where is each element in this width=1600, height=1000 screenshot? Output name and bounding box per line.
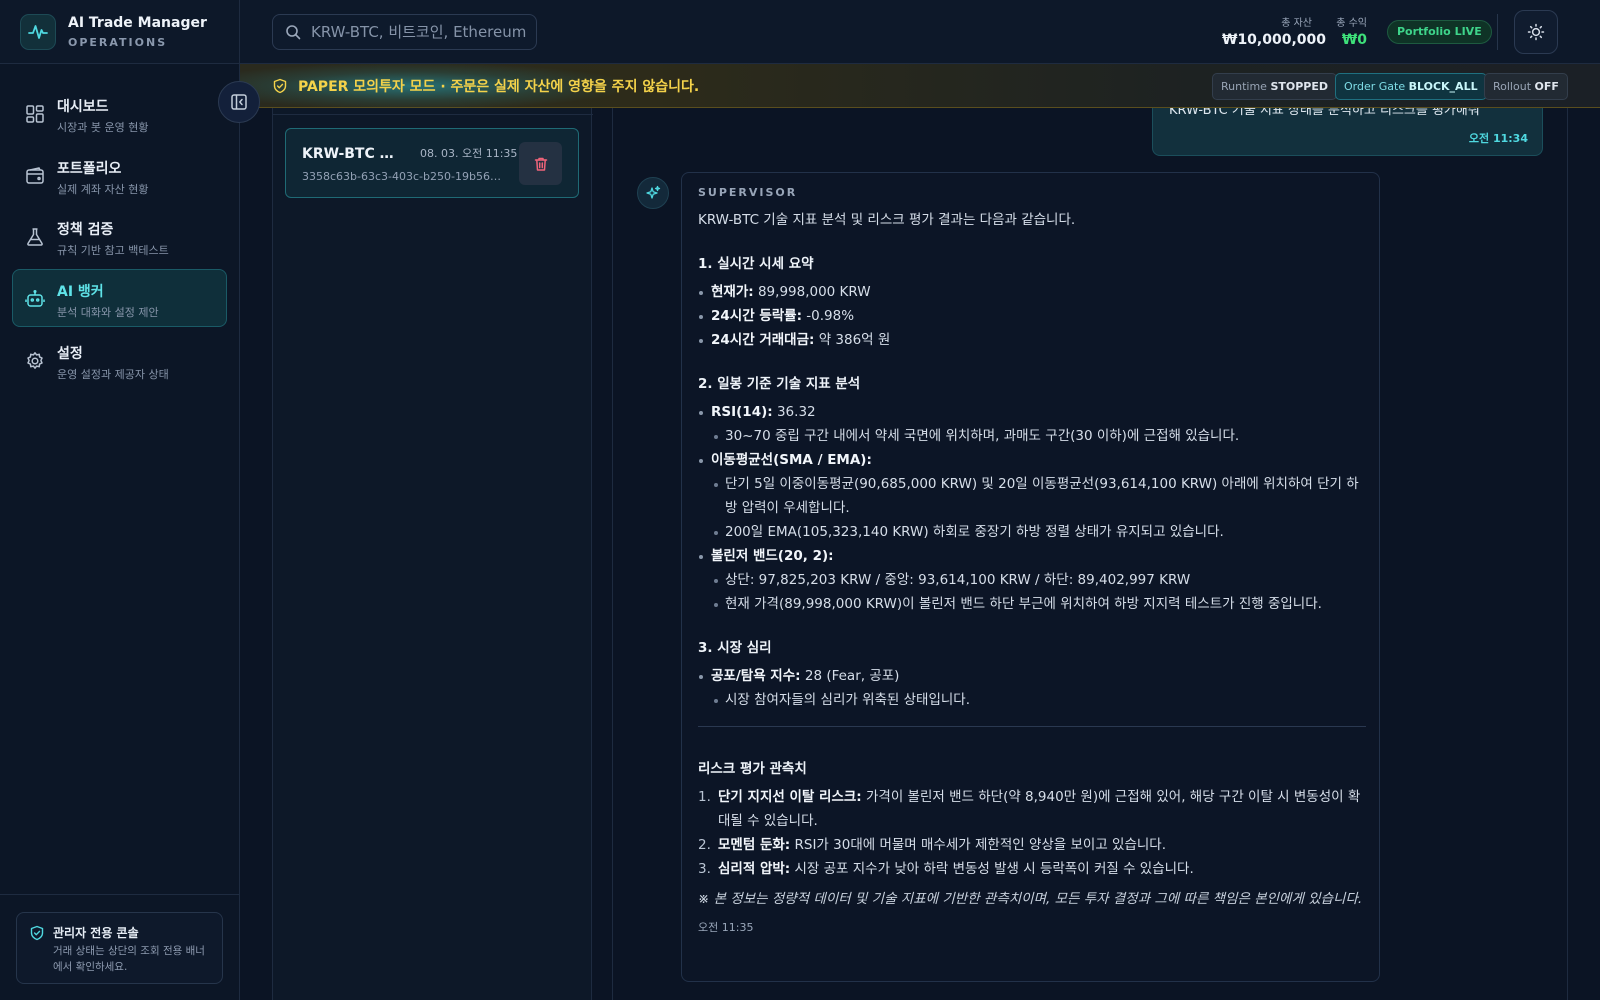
list-item: RSI(14): 36.32 (698, 400, 1366, 424)
total-assets-value: ₩10,000,000 (1222, 32, 1327, 48)
sidebar-item-sub: 규칙 기반 참고 백테스트 (57, 244, 169, 257)
bot-icon (25, 289, 45, 307)
total-profit-label: 총 수익 (1336, 18, 1367, 29)
session-title: KRW-BTC 기술 지표 분석 (302, 146, 402, 162)
sidebar-item-settings[interactable]: 설정 운영 설정과 제공자 상태 (12, 331, 227, 389)
total-assets-label: 총 자산 (1281, 18, 1312, 29)
rollout-value: OFF (1534, 80, 1559, 93)
session-item[interactable]: KRW-BTC 기술 지표 분석 08. 03. 오전 11:35 3358c6… (285, 128, 579, 198)
paper-mode-banner: PAPER 모의투자 모드 · 주문은 실제 자산에 영향을 주지 않습니다. … (240, 64, 1600, 108)
section-title: 2. 일봉 기준 기술 지표 분석 (698, 376, 861, 392)
sidebar-item-label: AI 뱅커 (57, 284, 104, 300)
sidebar-item-policy[interactable]: 정책 검증 규칙 기반 참고 백테스트 (12, 207, 227, 265)
runtime-status-pill: Runtime STOPPED (1212, 73, 1337, 100)
session-time: 08. 03. 오전 11:35 (420, 147, 518, 160)
section-title: 리스크 평가 관측치 (698, 761, 807, 777)
top-bar: AI Trade Manager OPERATIONS 총 자산 ₩10,000… (0, 0, 1600, 64)
session-id: 3358c63b-63c3-403c-b250-19b565e2a1f0 (302, 170, 507, 183)
ordered-list-item: 2. 모멘텀 둔화: RSI가 30대에 머물며 매수세가 제한적인 양상을 보이… (698, 837, 1167, 853)
message-body: KRW-BTC 기술 지표 분석 및 리스크 평가 결과는 다음과 같습니다. … (698, 208, 1366, 935)
total-profit-value: ₩0 (1341, 32, 1367, 48)
ordered-list-item: 1. 단기 지지선 이탈 리스크: 가격이 볼린저 밴드 하단(약 8,940만 … (698, 789, 1361, 829)
message-time: 오전 11:35 (698, 921, 754, 934)
message-role: SUPERVISOR (698, 186, 798, 199)
supervisor-avatar (637, 177, 669, 209)
sidebar-item-dashboard[interactable]: 대시보드 시장과 봇 운영 현황 (12, 84, 227, 142)
sidebar-item-label: 정책 검증 (57, 222, 114, 238)
runtime-label: Runtime (1221, 80, 1267, 93)
user-message-time: 오전 11:34 (1468, 132, 1528, 145)
sidebar-item-label: 설정 (57, 346, 83, 362)
sub-list-item: 30~70 중립 구간 내에서 약세 국면에 위치하며, 과매도 구간(30 이… (698, 424, 1366, 448)
sub-list-item: 200일 EMA(105,323,140 KRW) 하회로 중장기 하방 정렬 … (698, 520, 1366, 544)
search-input[interactable] (311, 23, 531, 41)
list-item: 볼린저 밴드(20, 2): (698, 544, 1366, 568)
sidebar-item-label: 대시보드 (57, 99, 109, 115)
list-item: 24시간 거래대금: 약 386억 원 (698, 328, 1366, 352)
sidebar-item-portfolio[interactable]: 포트폴리오 실제 계좌 자산 현황 (12, 146, 227, 204)
wallet-icon (26, 167, 44, 184)
panel-collapse-icon (231, 94, 247, 110)
brand-title: AI Trade Manager (68, 15, 207, 31)
runtime-value: STOPPED (1270, 80, 1328, 93)
order-gate-label: Order Gate (1344, 80, 1406, 93)
sidebar-item-sub: 운영 설정과 제공자 상태 (57, 368, 169, 381)
sub-list-item: 현재 가격(89,998,000 KRW)이 볼린저 밴드 하단 부근에 위치하… (698, 592, 1366, 616)
ordered-list-item: 3. 심리적 압박: 시장 공포 지수가 낮아 하락 변동성 발생 시 등락폭이 … (698, 861, 1194, 877)
sidebar-item-sub: 시장과 봇 운영 현황 (57, 121, 149, 134)
session-panel-divider (273, 114, 593, 115)
trash-icon (534, 157, 547, 171)
sidebar-divider (0, 894, 240, 895)
sparkle-icon (646, 185, 661, 199)
session-list-panel: KRW-BTC 기술 지표 분석 08. 03. 오전 11:35 3358c6… (272, 108, 593, 1000)
brand[interactable]: AI Trade Manager OPERATIONS (0, 0, 240, 64)
list-item: 공포/탐욕 지수: 28 (Fear, 공포) (698, 664, 1366, 688)
section-title: 1. 실시간 시세 요약 (698, 256, 814, 272)
dashboard-icon (26, 105, 44, 123)
user-message-bubble: KRW-BTC 기술 지표 상태를 분석하고 리스크를 평가해줘 오전 11:3… (1152, 100, 1543, 156)
delete-session-button[interactable] (519, 142, 562, 185)
list-item: 이동평균선(SMA / EMA): (698, 448, 1366, 472)
banner-text: PAPER 모의투자 모드 · 주문은 실제 자산에 영향을 주지 않습니다. (298, 79, 700, 95)
rollout-label: Rollout (1493, 80, 1532, 93)
admin-title: 관리자 전용 콘솔 (53, 926, 139, 940)
flask-icon (27, 228, 43, 246)
shield-check-icon (30, 925, 44, 941)
total-assets: 총 자산 ₩10,000,000 (1222, 14, 1327, 48)
disclaimer: ※ 본 정보는 정량적 데이터 및 기술 지표에 기반한 관측치이며, 모든 투… (698, 891, 1363, 907)
admin-console-notice: 관리자 전용 콘솔 거래 상태는 상단의 조회 전용 배너에서 확인하세요. (16, 912, 223, 984)
total-profit: 총 수익 ₩0 (1322, 14, 1367, 48)
supervisor-message-card: SUPERVISOR KRW-BTC 기술 지표 분석 및 리스크 평가 결과는… (681, 172, 1380, 982)
pulse-logo-icon (20, 14, 56, 50)
shield-check-icon (273, 78, 287, 94)
admin-description: 거래 상태는 상단의 조회 전용 배너에서 확인하세요. (53, 945, 205, 973)
sidebar-collapse-button[interactable] (218, 81, 260, 123)
sub-list-item: 상단: 97,825,203 KRW / 중앙: 93,614,100 KRW … (698, 568, 1366, 592)
sidebar-item-sub: 분석 대화와 설정 제안 (57, 306, 159, 319)
sidebar: 대시보드 시장과 봇 운영 현황 포트폴리오 실제 계좌 자산 현황 정책 검증… (0, 64, 240, 1000)
message-intro: KRW-BTC 기술 지표 분석 및 리스크 평가 결과는 다음과 같습니다. (698, 212, 1076, 228)
theme-toggle-button[interactable] (1514, 10, 1558, 54)
sidebar-item-label: 포트폴리오 (57, 161, 122, 177)
sidebar-item-sub: 실제 계좌 자산 현황 (57, 183, 149, 196)
sidebar-item-ai-banker[interactable]: AI 뱅커 분석 대화와 설정 제안 (12, 269, 227, 327)
gear-icon (27, 352, 43, 369)
sub-list-item: 단기 5일 이중이동평균(90,685,000 KRW) 및 20일 이동평균선… (698, 472, 1366, 520)
divider (698, 726, 1366, 727)
sub-list-item: 시장 참여자들의 심리가 위축된 상태입니다. (698, 688, 1366, 712)
order-gate-pill: Order Gate BLOCK_ALL (1335, 73, 1487, 100)
list-item: 현재가: 89,998,000 KRW (698, 280, 1366, 304)
order-gate-value: BLOCK_ALL (1408, 80, 1478, 93)
header-divider (1497, 14, 1498, 50)
brand-subtitle: OPERATIONS (68, 36, 168, 49)
portfolio-live-badge: Portfolio LIVE (1387, 20, 1492, 44)
rollout-pill: Rollout OFF (1484, 73, 1568, 100)
section-title: 3. 시장 심리 (698, 640, 772, 656)
search-icon (286, 25, 301, 40)
sun-icon (1527, 23, 1545, 41)
list-item: 24시간 등락률: -0.98% (698, 304, 1366, 328)
search-box[interactable] (272, 14, 537, 50)
